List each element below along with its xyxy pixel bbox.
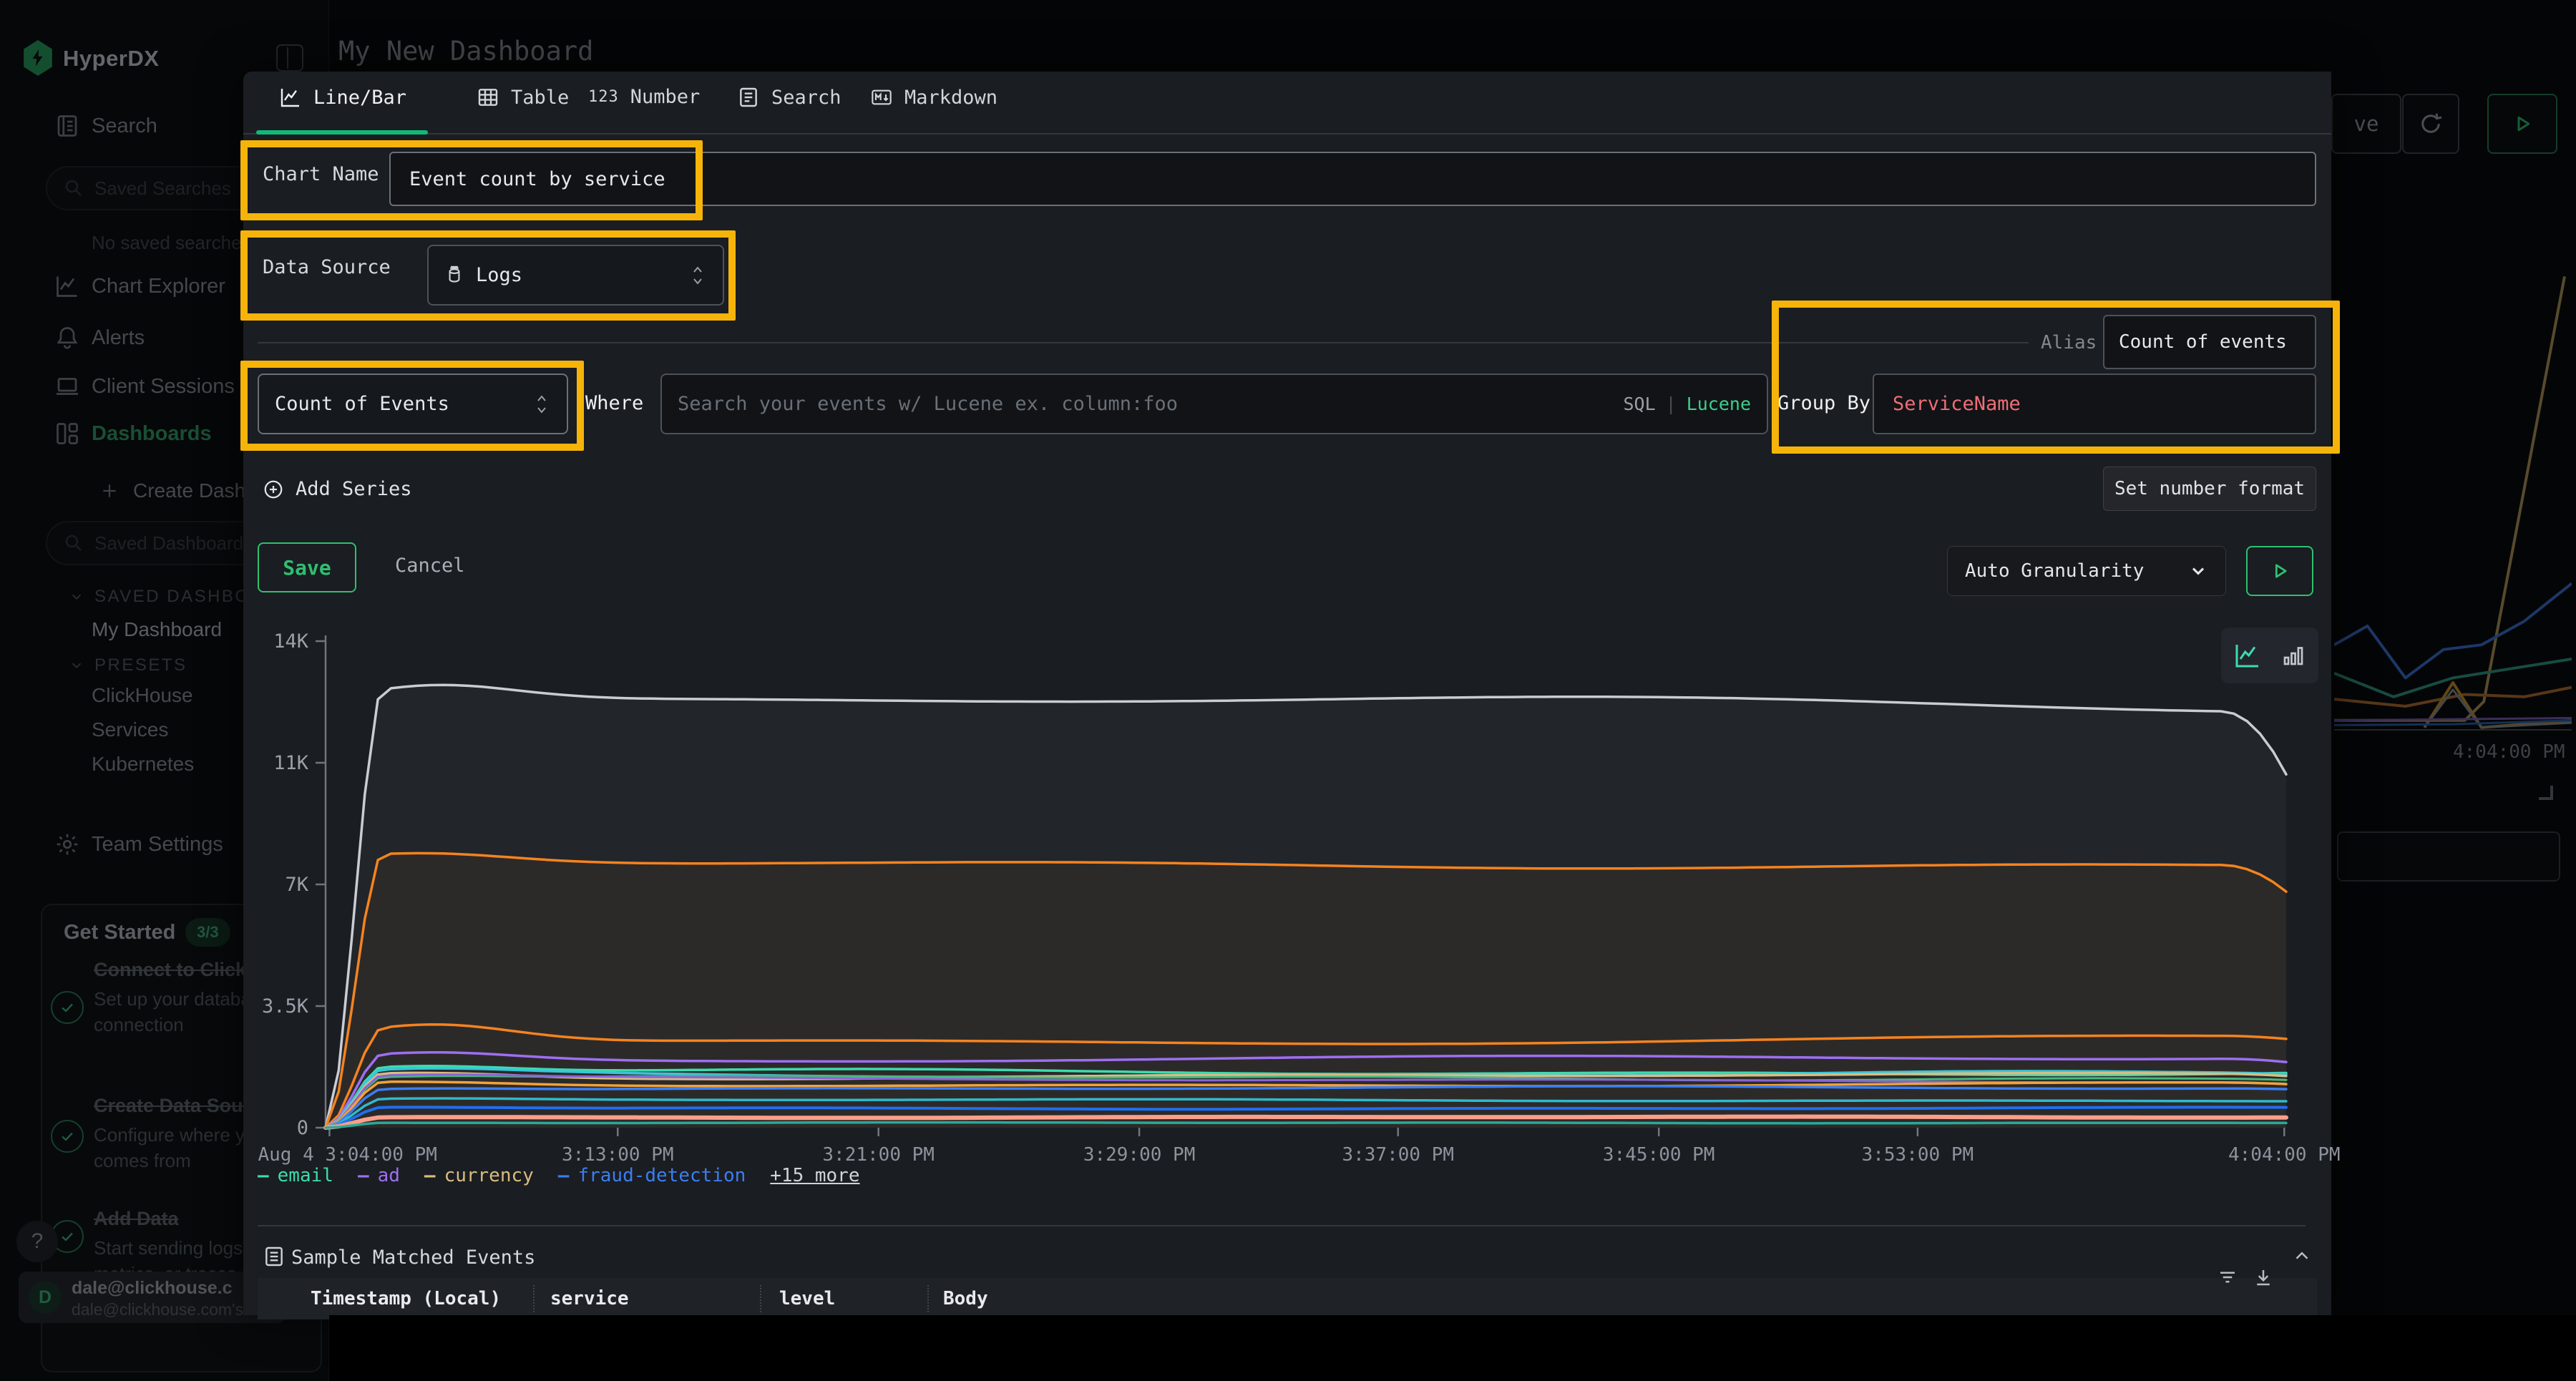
chevron-down-icon: [2188, 561, 2208, 581]
chevron-up-icon[interactable]: [2291, 1245, 2313, 1267]
cancel-button[interactable]: Cancel: [395, 555, 465, 577]
svg-text:3:29:00 PM: 3:29:00 PM: [1083, 1144, 1196, 1166]
save-button[interactable]: Save: [258, 542, 356, 592]
legend-more-link[interactable]: +15 more: [770, 1165, 859, 1186]
granularity-select[interactable]: Auto Granularity: [1947, 546, 2226, 596]
column-header[interactable]: Timestamp (Local): [311, 1288, 501, 1309]
markdown-icon: [870, 86, 893, 109]
tab-search[interactable]: Search: [737, 86, 841, 109]
circle-plus-icon: [263, 479, 284, 500]
number-123-icon: 123: [588, 88, 619, 106]
legend-item[interactable]: —ad: [358, 1165, 400, 1186]
svg-text:7K: 7K: [285, 874, 308, 896]
tab-label: Table: [511, 87, 569, 109]
granularity-value: Auto Granularity: [1965, 560, 2144, 582]
where-label: Where: [585, 392, 643, 414]
tab-table[interactable]: Table: [477, 86, 569, 109]
line-chart-icon: [279, 86, 302, 109]
tab-label: Number: [630, 86, 701, 108]
tab-markdown[interactable]: Markdown: [870, 86, 997, 109]
active-tab-indicator: [256, 130, 428, 135]
svg-text:3:21:00 PM: 3:21:00 PM: [822, 1144, 935, 1166]
tab-line-bar[interactable]: Line/Bar: [279, 86, 406, 109]
doc-lines-icon: [263, 1245, 286, 1268]
highlight-group-by: [1772, 301, 2340, 454]
series-divider: [258, 342, 2029, 343]
tab-label: Search: [771, 87, 841, 109]
highlight-chart-name: [240, 140, 703, 220]
where-search-input[interactable]: Search your events w/ Lucene ex. column:…: [660, 374, 1768, 434]
viewport-cutoff: [329, 1315, 2576, 1381]
svg-text:0: 0: [297, 1117, 308, 1139]
chart-type-tabs: Line/Bar Table 123 Number Search Markdow…: [243, 72, 2331, 135]
run-chart-button[interactable]: [2246, 546, 2313, 596]
events-table-header: Timestamp (Local) service level Body: [258, 1278, 2317, 1319]
svg-text:3:45:00 PM: 3:45:00 PM: [1603, 1144, 1715, 1166]
tab-label: Line/Bar: [313, 87, 406, 109]
svg-text:11K: 11K: [273, 752, 309, 774]
add-series-label: Add Series: [296, 478, 412, 500]
sql-toggle[interactable]: SQL: [1623, 394, 1655, 414]
column-resizer[interactable]: [927, 1285, 929, 1312]
section-divider: [258, 1225, 2306, 1226]
download-icon[interactable]: [2253, 1267, 2274, 1288]
events-line-chart[interactable]: 0 3.5K 7K 11K 14K Aug 4 3:04:00 PM 3:13:00 PM 3…: [258, 623, 2326, 1168]
column-resizer[interactable]: [760, 1285, 761, 1312]
lucene-toggle[interactable]: Lucene: [1687, 394, 1751, 414]
column-resizer[interactable]: [533, 1285, 535, 1312]
sample-events-header[interactable]: Sample Matched Events: [243, 1242, 2331, 1278]
chart-legend: —email —ad —currency —fraud-detection +15 mo…: [258, 1165, 860, 1186]
legend-item[interactable]: —fraud-detection: [558, 1165, 746, 1186]
svg-text:4:04:00 PM: 4:04:00 PM: [2228, 1144, 2341, 1166]
tab-number[interactable]: 123 Number: [588, 86, 700, 108]
svg-text:3:53:00 PM: 3:53:00 PM: [1862, 1144, 1974, 1166]
table-icon: [477, 86, 499, 109]
tab-label: Markdown: [904, 87, 997, 109]
column-header[interactable]: service: [550, 1288, 629, 1309]
lang-divider: |: [1666, 394, 1677, 414]
legend-item[interactable]: —currency: [424, 1165, 534, 1186]
sample-events-title: Sample Matched Events: [291, 1246, 535, 1269]
play-icon: [2270, 561, 2290, 581]
svg-text:14K: 14K: [273, 630, 309, 653]
column-header[interactable]: Body: [943, 1288, 988, 1309]
svg-text:3:13:00 PM: 3:13:00 PM: [562, 1144, 674, 1166]
svg-text:Aug 4 3:04:00 PM: Aug 4 3:04:00 PM: [258, 1144, 436, 1166]
set-number-format-button[interactable]: Set number format: [2103, 467, 2316, 511]
legend-item[interactable]: —email: [258, 1165, 333, 1186]
svg-text:3:37:00 PM: 3:37:00 PM: [1342, 1144, 1455, 1166]
column-header[interactable]: level: [779, 1288, 835, 1309]
svg-text:3.5K: 3.5K: [262, 995, 309, 1018]
doc-lines-icon: [737, 86, 760, 109]
where-placeholder: Search your events w/ Lucene ex. column:…: [678, 393, 1178, 415]
highlight-aggregation: [240, 361, 584, 451]
highlight-data-source: [240, 230, 736, 321]
filter-icon[interactable]: [2217, 1267, 2238, 1288]
add-series-button[interactable]: Add Series: [263, 478, 412, 500]
